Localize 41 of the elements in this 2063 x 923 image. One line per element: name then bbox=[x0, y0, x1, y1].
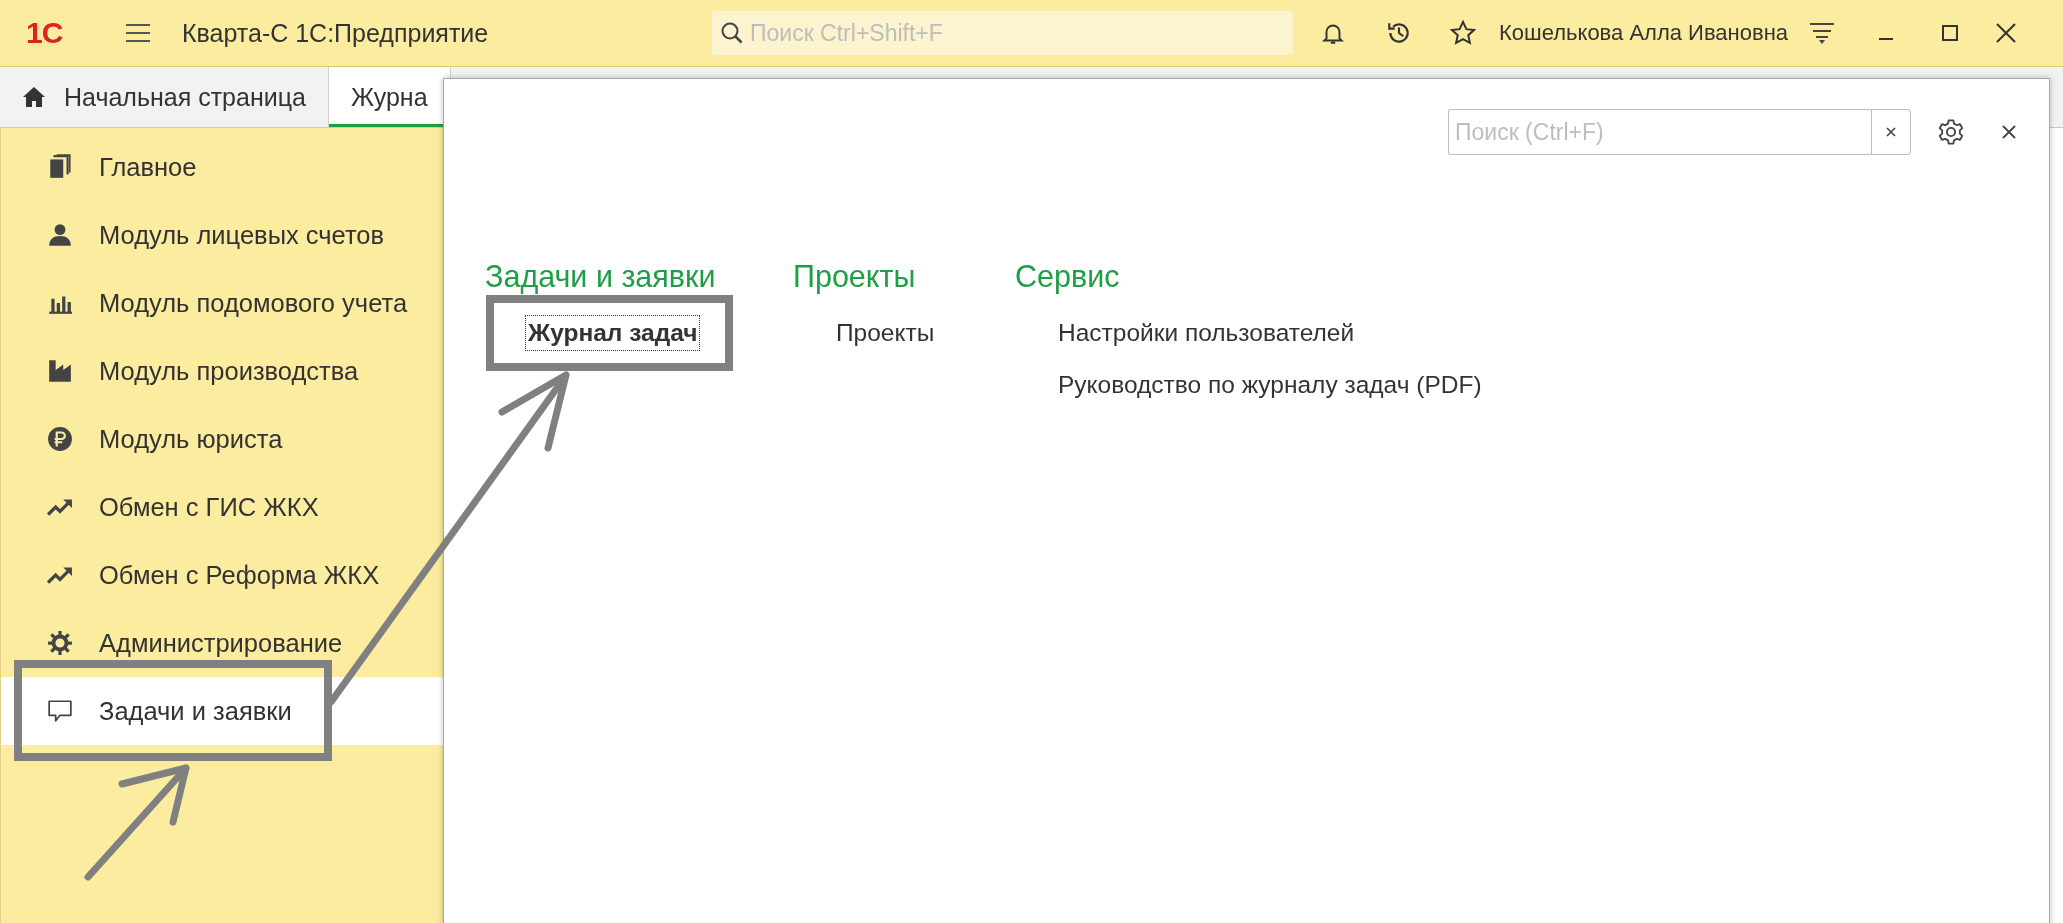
sidebar-item[interactable]: Задачи и заявки bbox=[1, 677, 443, 745]
menu-icon[interactable] bbox=[124, 22, 152, 44]
sidebar-item[interactable]: Главное bbox=[1, 133, 443, 201]
sidebar-item[interactable]: Обмен с ГИС ЖКХ bbox=[1, 473, 443, 541]
section-heading: Сервис bbox=[1015, 259, 1121, 296]
menu-link[interactable]: Руководство по журналу задач (PDF) bbox=[1055, 367, 1485, 403]
sidebar-item[interactable]: Модуль подомового учета bbox=[1, 269, 443, 337]
factory-icon bbox=[47, 358, 73, 384]
maximize-icon[interactable] bbox=[1940, 23, 1961, 43]
history-icon[interactable] bbox=[1386, 20, 1412, 46]
close-icon bbox=[1885, 126, 1897, 138]
gear-icon bbox=[47, 630, 73, 656]
sidebar-item[interactable]: Модуль производства bbox=[1, 337, 443, 405]
settings-icon[interactable] bbox=[1937, 118, 1965, 146]
clear-button[interactable] bbox=[1871, 109, 1911, 155]
sidebar-item[interactable]: Администрирование bbox=[1, 609, 443, 677]
tab[interactable]: Журна bbox=[328, 67, 451, 127]
sidebar-item[interactable]: Модуль лицевых счетов bbox=[1, 201, 443, 269]
home-icon bbox=[22, 86, 46, 108]
sidebar-item[interactable]: Обмен с Реформа ЖКХ bbox=[1, 541, 443, 609]
menu-link[interactable]: Журнал задач bbox=[525, 315, 701, 351]
search-field[interactable]: Поиск (Ctrl+F) bbox=[1448, 109, 1871, 155]
window-title: Кварта-С 1С:Предприятие bbox=[182, 18, 490, 48]
search-field[interactable]: Поиск Ctrl+Shift+F bbox=[712, 11, 1293, 55]
menu-link[interactable]: Проекты bbox=[833, 315, 938, 351]
logo: 1С bbox=[26, 16, 64, 50]
user-name[interactable]: Кошелькова Алла Ивановна bbox=[1499, 20, 1789, 46]
documents-icon bbox=[47, 154, 73, 180]
filter-icon[interactable] bbox=[1808, 21, 1837, 45]
search-icon bbox=[720, 21, 744, 45]
menu-link[interactable]: Настройки пользователей bbox=[1055, 315, 1358, 351]
sidebar-item[interactable]: Модуль юриста bbox=[1, 405, 443, 473]
arrowhead-icon bbox=[498, 371, 570, 452]
section-heading: Задачи и заявки bbox=[485, 259, 717, 296]
speech-bubble-icon bbox=[47, 698, 73, 724]
close-icon[interactable] bbox=[1995, 22, 2018, 44]
person-icon bbox=[47, 222, 73, 248]
section-heading: Проекты bbox=[793, 259, 917, 296]
ruble-coin-icon bbox=[47, 426, 73, 452]
star-icon[interactable] bbox=[1449, 19, 1477, 47]
close-icon[interactable] bbox=[2001, 124, 2017, 140]
